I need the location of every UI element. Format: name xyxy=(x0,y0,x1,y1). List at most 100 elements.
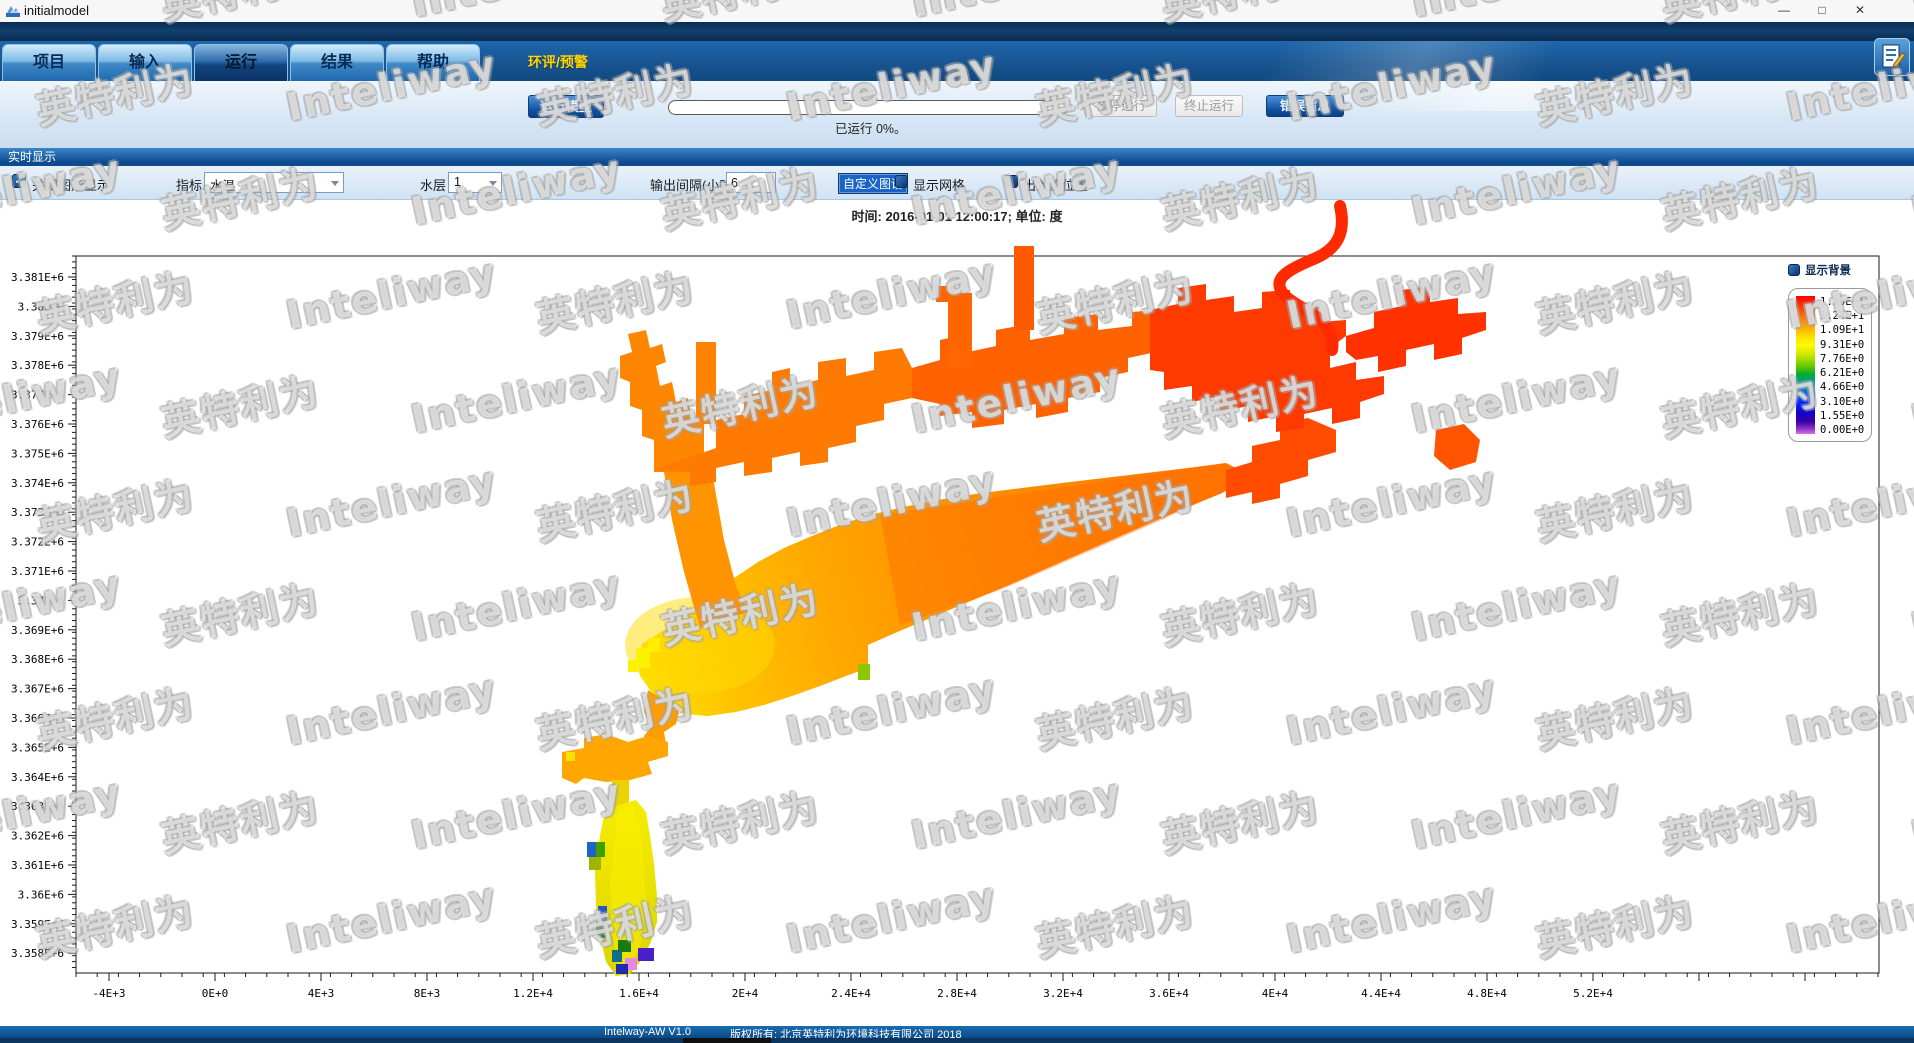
map-fork-center-stub xyxy=(696,342,716,424)
map-cold-spot xyxy=(596,922,606,938)
svg-text:4.8E+4: 4.8E+4 xyxy=(1467,987,1507,1000)
output-interval-label: 输出间隔(小时) xyxy=(650,175,737,194)
close-graph-label: 关闭图形显示 xyxy=(32,175,110,194)
map-cold-spot xyxy=(598,906,607,922)
svg-text:3.6E+4: 3.6E+4 xyxy=(1149,987,1189,1000)
plot-content-area: 时间: 2016-01-01 12:00:17; 单位: 度 xyxy=(0,200,1914,1026)
show-grid-checkbox[interactable] xyxy=(895,175,908,188)
realtime-controls-row: ✓ 关闭图形显示 指标 水温 水层 1 输出间隔(小时) 自定义图谱 显示网格 … xyxy=(0,166,1914,200)
svg-text:8E+3: 8E+3 xyxy=(414,987,441,1000)
svg-text:3.371E+6: 3.371E+6 xyxy=(11,565,64,578)
error-info-button[interactable]: 错误信息 xyxy=(1266,95,1344,117)
map-channel-stub-cap xyxy=(936,286,954,302)
svg-text:0E+0: 0E+0 xyxy=(202,987,229,1000)
map-west-spike xyxy=(636,648,650,668)
map-west-spike xyxy=(628,660,638,672)
svg-text:3.358E+6: 3.358E+6 xyxy=(11,947,64,960)
app-icon xyxy=(5,3,21,19)
map-cold-spot xyxy=(616,964,628,974)
indicator-select[interactable]: 水温 xyxy=(204,172,344,193)
svg-text:3.366E+6: 3.366E+6 xyxy=(11,712,64,725)
svg-text:2E+4: 2E+4 xyxy=(732,987,759,1000)
minimize-button[interactable]: — xyxy=(1766,0,1802,21)
close-button[interactable]: ✕ xyxy=(1842,0,1878,21)
svg-text:3.374E+6: 3.374E+6 xyxy=(11,477,64,490)
svg-text:3.381E+6: 3.381E+6 xyxy=(11,271,64,284)
report-icon-button[interactable] xyxy=(1874,38,1910,76)
tab-run[interactable]: 运行 xyxy=(194,44,288,81)
tab-env-warning[interactable]: 环评/预警 xyxy=(528,52,588,72)
svg-text:2.8E+4: 2.8E+4 xyxy=(937,987,977,1000)
map-cold-spot xyxy=(596,842,605,857)
svg-text:1.2E+4: 1.2E+4 xyxy=(513,987,553,1000)
chevron-down-icon xyxy=(331,181,339,186)
svg-text:3.362E+6: 3.362E+6 xyxy=(11,830,64,843)
pause-run-button[interactable]: 暂停运行 xyxy=(1085,95,1157,117)
inout-flow-label: 出入流位置 xyxy=(1023,175,1088,194)
chevron-down-icon xyxy=(489,181,497,186)
run-status-text: 已运行 0%。 xyxy=(835,118,907,137)
output-interval-input[interactable] xyxy=(726,172,776,193)
status-bar: Intelway-AW V1.0 版权所有: 北京英特利为环境科技有限公司 20… xyxy=(0,1026,1914,1038)
map-elbow-cell xyxy=(566,752,575,761)
svg-text:3.372E+6: 3.372E+6 xyxy=(11,536,64,549)
inout-flow-checkbox[interactable] xyxy=(1005,175,1018,188)
tab-project[interactable]: 项目 xyxy=(2,44,96,81)
svg-text:3.2E+4: 3.2E+4 xyxy=(1043,987,1083,1000)
tab-help[interactable]: 帮助 xyxy=(386,44,480,81)
map-channel-stub xyxy=(1014,246,1034,330)
svg-text:3.377E+6: 3.377E+6 xyxy=(11,389,64,402)
svg-text:3.375E+6: 3.375E+6 xyxy=(11,447,64,460)
colorbar-gradient xyxy=(1796,296,1815,434)
show-background-label: 显示背景 xyxy=(1805,262,1851,278)
tab-input[interactable]: 输入 xyxy=(98,44,192,81)
map-cold-spot xyxy=(638,948,654,961)
colorbar-labels: 1.40E+11.24E+11.09E+19.31E+07.76E+06.21E… xyxy=(1820,296,1864,436)
svg-text:3.378E+6: 3.378E+6 xyxy=(11,359,64,372)
ribbon-bar: 项目 输入 运行 结果 帮助 环评/预警 xyxy=(0,41,1914,81)
svg-text:3.368E+6: 3.368E+6 xyxy=(11,653,64,666)
svg-text:3.363E+6: 3.363E+6 xyxy=(11,800,64,813)
svg-text:3.373E+6: 3.373E+6 xyxy=(11,506,64,519)
tab-result[interactable]: 结果 xyxy=(290,44,384,81)
colorbar-tick-label: 1.24E+1 xyxy=(1820,310,1864,322)
svg-text:3.364E+6: 3.364E+6 xyxy=(11,771,64,784)
svg-text:3.37E+6: 3.37E+6 xyxy=(18,594,64,607)
svg-text:3.36E+6: 3.36E+6 xyxy=(18,888,64,901)
map-cold-spot xyxy=(589,857,601,870)
map-cold-spot xyxy=(858,664,870,680)
indicator-value: 水温 xyxy=(210,179,235,193)
show-background-row: 显示背景 xyxy=(1788,262,1851,278)
svg-text:4.4E+4: 4.4E+4 xyxy=(1361,987,1401,1000)
top-nav-band xyxy=(0,22,1914,41)
svg-text:3.376E+6: 3.376E+6 xyxy=(11,418,64,431)
map-cold-spot xyxy=(587,842,596,857)
svg-text:2.4E+4: 2.4E+4 xyxy=(831,987,871,1000)
svg-text:4E+3: 4E+3 xyxy=(308,987,335,1000)
show-background-checkbox[interactable] xyxy=(1788,264,1800,276)
application-window: initialmodel — □ ✕ 项目 输入 运行 结果 帮助 环评/预警 … xyxy=(0,0,1914,1043)
svg-text:3.365E+6: 3.365E+6 xyxy=(11,741,64,754)
status-bar-bottom-strip xyxy=(0,1038,1914,1043)
run-progress-bar xyxy=(668,100,1068,115)
temperature-map-plot: -4E+30E+04E+38E+31.2E+41.6E+42E+42.4E+42… xyxy=(0,200,1914,1026)
map-channel-stub xyxy=(948,293,972,369)
run-model-button[interactable]: 运行模型 xyxy=(528,95,604,118)
layer-select[interactable]: 1 xyxy=(448,172,502,193)
colorbar-tick-label: 1.55E+0 xyxy=(1820,410,1864,422)
run-toolbar: 运行模型 已运行 0%。 暂停运行 终止运行 错误信息 xyxy=(0,81,1914,148)
colorbar-tick-label: 0.00E+0 xyxy=(1820,424,1864,436)
stop-run-button[interactable]: 终止运行 xyxy=(1175,95,1243,117)
map-west-spike xyxy=(648,638,660,652)
window-title: initialmodel xyxy=(24,3,89,18)
close-graph-checkbox[interactable]: ✓ xyxy=(12,174,26,188)
realtime-display-header: 实时显示 xyxy=(0,148,1914,166)
colorbar-tick-label: 6.21E+0 xyxy=(1820,367,1864,379)
svg-text:3.38E+6: 3.38E+6 xyxy=(18,300,64,313)
svg-text:3.359E+6: 3.359E+6 xyxy=(11,918,64,931)
show-grid-label: 显示网格 xyxy=(913,175,965,194)
layer-label: 水层 xyxy=(420,175,446,194)
svg-text:4E+4: 4E+4 xyxy=(1262,987,1289,1000)
document-pencil-icon xyxy=(1875,39,1909,75)
maximize-button[interactable]: □ xyxy=(1804,0,1840,21)
